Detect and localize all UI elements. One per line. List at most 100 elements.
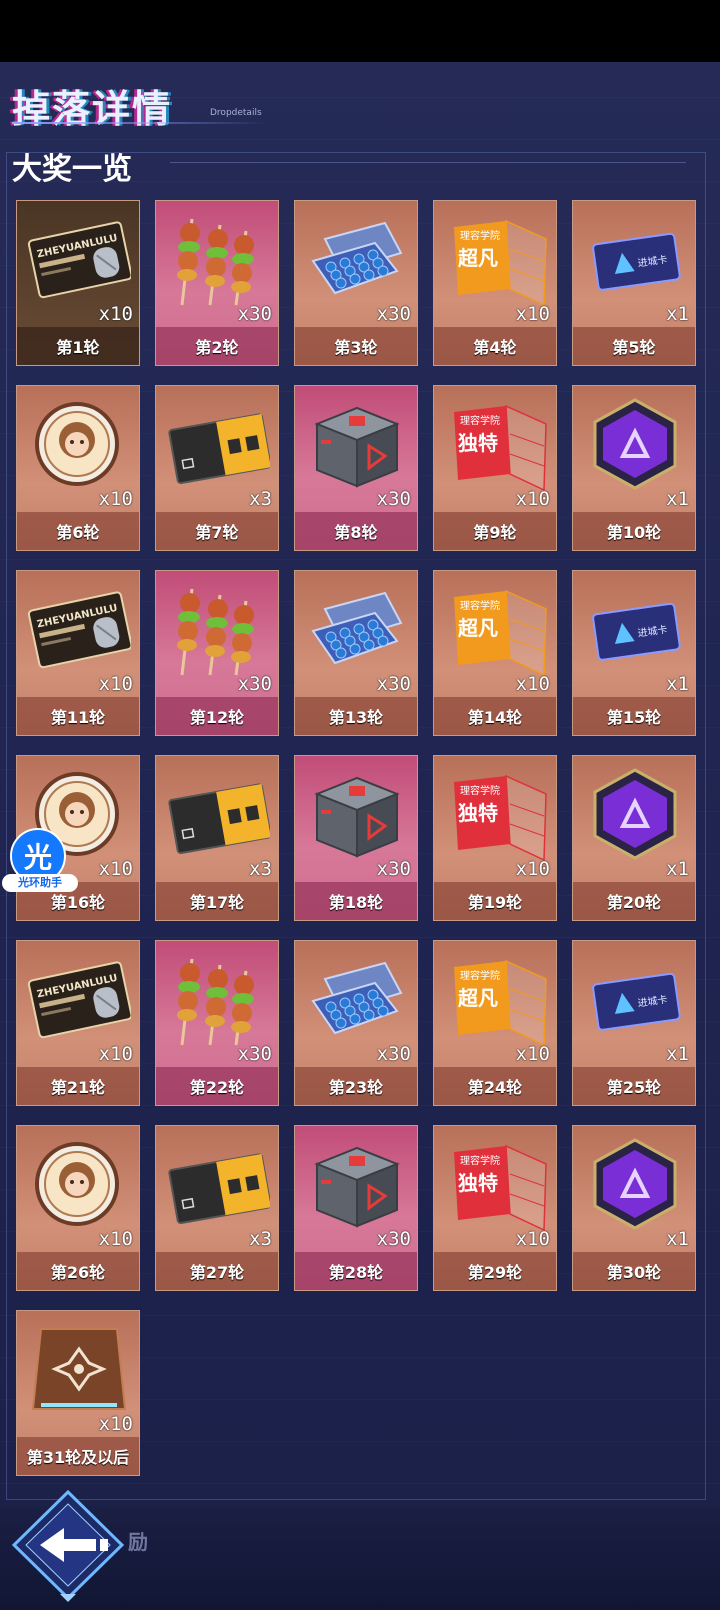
- reward-card[interactable]: x30 第22轮: [155, 940, 279, 1106]
- back-arrow-icon: [11, 1489, 125, 1602]
- reward-count: x10: [515, 1228, 550, 1250]
- reward-count: x3: [249, 1228, 272, 1250]
- hex-gem-icon: [583, 1134, 687, 1234]
- svg-text:理容学院: 理容学院: [460, 969, 500, 982]
- hex-gem-icon: [583, 394, 687, 494]
- reward-card[interactable]: 理容学院 独特 x10 第29轮: [433, 1125, 557, 1291]
- reward-grid: ZHEYUANLULU x10 第1轮 x30 第2轮 x30 第3轮 理容学院…: [16, 200, 696, 1476]
- round-label: 第8轮: [295, 512, 417, 550]
- floating-assistant[interactable]: 光 光环助手: [2, 828, 78, 896]
- svg-text:超凡: 超凡: [457, 246, 498, 270]
- svg-text:超凡: 超凡: [457, 986, 498, 1010]
- reward-card[interactable]: x10 第6轮: [16, 385, 140, 551]
- round-label: 第28轮: [295, 1252, 417, 1290]
- round-label: 第3轮: [295, 327, 417, 365]
- reward-count: x10: [98, 858, 133, 880]
- skewers-icon: [166, 579, 270, 679]
- reward-card[interactable]: 进城卡 x1 第15轮: [572, 570, 696, 736]
- pass-orange-icon: 理容学院 超凡: [444, 949, 548, 1049]
- round-label: 第4轮: [434, 327, 556, 365]
- reward-count: x1: [666, 1228, 689, 1250]
- back-button[interactable]: [10, 1486, 140, 1604]
- round-label: 第2轮: [156, 327, 278, 365]
- reward-card[interactable]: x30 第12轮: [155, 570, 279, 736]
- reward-card[interactable]: x30 第18轮: [294, 755, 418, 921]
- skewers-icon: [166, 949, 270, 1049]
- reward-card[interactable]: ZHEYUANLULU x10 第1轮: [16, 200, 140, 366]
- reward-card[interactable]: ZHEYUANLULU x10 第11轮: [16, 570, 140, 736]
- reward-count: x1: [666, 1043, 689, 1065]
- reward-card[interactable]: 理容学院 超凡 x10 第24轮: [433, 940, 557, 1106]
- round-label: 第7轮: [156, 512, 278, 550]
- reward-card[interactable]: x30 第2轮: [155, 200, 279, 366]
- reward-count: x3: [249, 858, 272, 880]
- round-label: 第10轮: [573, 512, 695, 550]
- reward-card[interactable]: x3 第7轮: [155, 385, 279, 551]
- round-label: 第30轮: [573, 1252, 695, 1290]
- round-label: 第12轮: [156, 697, 278, 735]
- reward-count: x10: [98, 673, 133, 695]
- reward-card[interactable]: x30 第8轮: [294, 385, 418, 551]
- cube-box-icon: [305, 1134, 409, 1234]
- reward-card[interactable]: x1 第10轮: [572, 385, 696, 551]
- reward-card[interactable]: x30 第28轮: [294, 1125, 418, 1291]
- reward-card[interactable]: 理容学院 超凡 x10 第4轮: [433, 200, 557, 366]
- chip-card-icon: [166, 394, 272, 494]
- reward-card[interactable]: 理容学院 独特 x10 第19轮: [433, 755, 557, 921]
- svg-text:理容学院: 理容学院: [460, 1154, 500, 1167]
- reward-card[interactable]: 理容学院 独特 x10 第9轮: [433, 385, 557, 551]
- round-label: 第14轮: [434, 697, 556, 735]
- round-label: 第27轮: [156, 1252, 278, 1290]
- reward-card[interactable]: x30 第23轮: [294, 940, 418, 1106]
- round-label: 第13轮: [295, 697, 417, 735]
- reward-count: x1: [666, 303, 689, 325]
- round-label: 第18轮: [295, 882, 417, 920]
- reward-count: x10: [515, 1043, 550, 1065]
- crest-plate-icon: [27, 1319, 131, 1419]
- reward-count: x30: [237, 303, 272, 325]
- reward-count: x30: [237, 673, 272, 695]
- reward-card[interactable]: x10 第26轮: [16, 1125, 140, 1291]
- status-bar: [0, 0, 720, 62]
- ticket-icon: ZHEYUANLULU: [27, 949, 133, 1049]
- reward-count: x30: [237, 1043, 272, 1065]
- card-icon: 进城卡: [583, 209, 687, 309]
- round-label: 第17轮: [156, 882, 278, 920]
- reward-card[interactable]: x30 第3轮: [294, 200, 418, 366]
- reward-count: x30: [376, 488, 411, 510]
- svg-text:独特: 独特: [458, 1171, 498, 1195]
- ticket-icon: ZHEYUANLULU: [27, 209, 133, 309]
- reward-count: x30: [376, 858, 411, 880]
- skewers-icon: [166, 209, 270, 309]
- reward-card[interactable]: x1 第20轮: [572, 755, 696, 921]
- reward-card[interactable]: 理容学院 超凡 x10 第14轮: [433, 570, 557, 736]
- case-icon: [305, 579, 409, 679]
- reward-card[interactable]: ZHEYUANLULU x10 第21轮: [16, 940, 140, 1106]
- round-label: 第9轮: [434, 512, 556, 550]
- round-label: 第22轮: [156, 1067, 278, 1105]
- ticket-icon: ZHEYUANLULU: [27, 579, 133, 679]
- reward-count: x30: [376, 1228, 411, 1250]
- reward-card[interactable]: x3 第17轮: [155, 755, 279, 921]
- reward-card[interactable]: x3 第27轮: [155, 1125, 279, 1291]
- hex-gem-icon: [583, 764, 687, 864]
- round-label: 第19轮: [434, 882, 556, 920]
- reward-card[interactable]: 进城卡 x1 第25轮: [572, 940, 696, 1106]
- reward-count: x3: [249, 488, 272, 510]
- card-icon: 进城卡: [583, 949, 687, 1049]
- case-icon: [305, 209, 409, 309]
- round-label: 第5轮: [573, 327, 695, 365]
- round-label: 第6轮: [17, 512, 139, 550]
- svg-text:独特: 独特: [458, 801, 498, 825]
- reward-count: x10: [98, 488, 133, 510]
- reward-card[interactable]: x30 第13轮: [294, 570, 418, 736]
- assistant-label: 光环助手: [2, 874, 78, 892]
- reward-count: x10: [515, 488, 550, 510]
- reward-card[interactable]: 进城卡 x1 第5轮: [572, 200, 696, 366]
- reward-card[interactable]: x10 第31轮及以后: [16, 1310, 140, 1476]
- reward-count: x10: [98, 303, 133, 325]
- svg-text:理容学院: 理容学院: [460, 784, 500, 797]
- svg-text:独特: 独特: [458, 431, 498, 455]
- round-label: 第25轮: [573, 1067, 695, 1105]
- reward-card[interactable]: x1 第30轮: [572, 1125, 696, 1291]
